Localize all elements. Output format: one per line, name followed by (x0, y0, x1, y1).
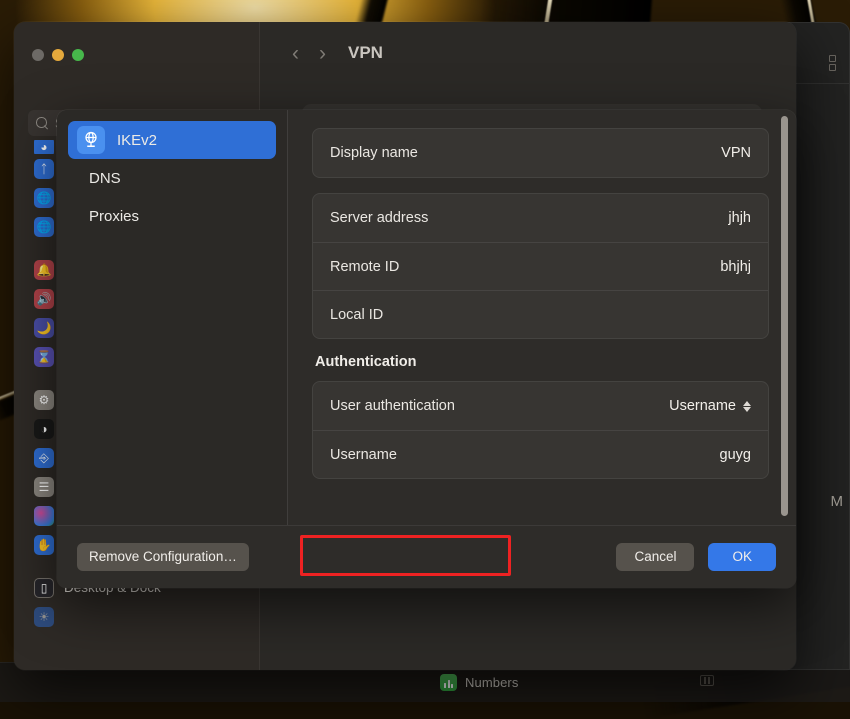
configuration-form[interactable]: Display name VPN Server address jhjh Rem… (288, 110, 796, 525)
network-icon: 🌐 (34, 188, 54, 208)
display-name-value[interactable]: VPN (721, 145, 751, 161)
ok-button[interactable]: OK (708, 543, 776, 571)
row-label: User authentication (330, 398, 455, 414)
sidebar-item-display[interactable]: ☀ (14, 602, 260, 631)
row-label: Display name (330, 145, 418, 161)
chevron-right-icon[interactable]: › (319, 43, 326, 64)
privacy-hand-icon: ✋ (34, 535, 54, 555)
row-username[interactable]: Username guyg (313, 430, 768, 478)
row-server-address[interactable]: Server address jhjh (313, 194, 768, 242)
search-icon (36, 117, 48, 129)
control-center-icon: ☰ (34, 477, 54, 497)
remote-id-value[interactable]: bhjhj (720, 259, 751, 275)
sound-icon: 🔊 (34, 289, 54, 309)
zoom-button[interactable] (72, 49, 84, 61)
authentication-group: User authentication Username Username gu… (312, 381, 769, 479)
chevron-left-icon[interactable]: ‹ (292, 43, 299, 64)
row-local-id[interactable]: Local ID (313, 290, 768, 338)
siri-icon (34, 506, 54, 526)
protocol-item-proxies[interactable]: Proxies (68, 197, 276, 235)
chevron-updown-icon[interactable] (743, 401, 751, 412)
bluetooth-icon: ᛏ (34, 159, 54, 179)
detail-nav-bar[interactable]: ‹ › VPN (260, 22, 796, 84)
remove-configuration-button[interactable]: Remove Configuration… (77, 543, 249, 571)
minimize-button[interactable] (52, 49, 64, 61)
dialog-actions: Cancel OK (616, 543, 776, 571)
row-label: Username (330, 447, 397, 463)
row-remote-id[interactable]: Remote ID bhjhj (313, 242, 768, 290)
desktop-dock-icon: ▯ (34, 578, 54, 598)
numbers-icon[interactable] (440, 674, 457, 691)
focus-icon: 🌙 (34, 318, 54, 338)
display-icon: ☀ (34, 607, 54, 627)
protocol-item-label: DNS (89, 170, 121, 187)
protocol-list[interactable]: IKEv2 DNS Proxies (57, 110, 288, 525)
user-authentication-value[interactable]: Username (669, 398, 736, 414)
screen-time-icon: ⌛ (34, 347, 54, 367)
vpn-icon: 🌐 (34, 217, 54, 237)
row-user-authentication[interactable]: User authentication Username (313, 382, 768, 430)
server-address-value[interactable]: jhjh (728, 210, 751, 226)
background-window-edge-text: M (831, 493, 844, 510)
protocol-item-ikev2[interactable]: IKEv2 (68, 121, 276, 159)
authentication-section-title: Authentication (315, 354, 769, 370)
page-title: VPN (348, 43, 383, 63)
dialog-body: IKEv2 DNS Proxies Display name VPN Serve… (57, 110, 796, 525)
row-label: Local ID (330, 307, 383, 323)
protocol-item-label: IKEv2 (117, 132, 157, 149)
row-label: Remote ID (330, 259, 399, 275)
wifi-icon: ◕ (34, 140, 54, 154)
window-grid-icon[interactable] (829, 55, 837, 73)
appearance-icon: ◑ (34, 419, 54, 439)
dialog-scrollbar[interactable] (781, 116, 788, 516)
globe-stand-icon (77, 126, 105, 154)
display-name-group: Display name VPN (312, 128, 769, 178)
vpn-configuration-dialog[interactable]: IKEv2 DNS Proxies Display name VPN Serve… (57, 110, 796, 588)
protocol-item-label: Proxies (89, 208, 139, 225)
row-display-name[interactable]: Display name VPN (313, 129, 768, 177)
cancel-button[interactable]: Cancel (616, 543, 694, 571)
window-grid-icon[interactable] (700, 675, 714, 686)
general-icon: ⚙ (34, 390, 54, 410)
protocol-item-dns[interactable]: DNS (68, 159, 276, 197)
notifications-icon: 🔔 (34, 260, 54, 280)
close-button[interactable] (32, 49, 44, 61)
dock-item-label: Numbers (465, 675, 518, 690)
row-label: Server address (330, 210, 428, 226)
server-group: Server address jhjh Remote ID bhjhj Loca… (312, 193, 769, 339)
accessibility-icon: ⎆ (34, 448, 54, 468)
window-traffic-lights[interactable] (32, 49, 84, 61)
username-value[interactable]: guyg (720, 447, 751, 463)
dialog-footer: Remove Configuration… Cancel OK (57, 525, 796, 588)
